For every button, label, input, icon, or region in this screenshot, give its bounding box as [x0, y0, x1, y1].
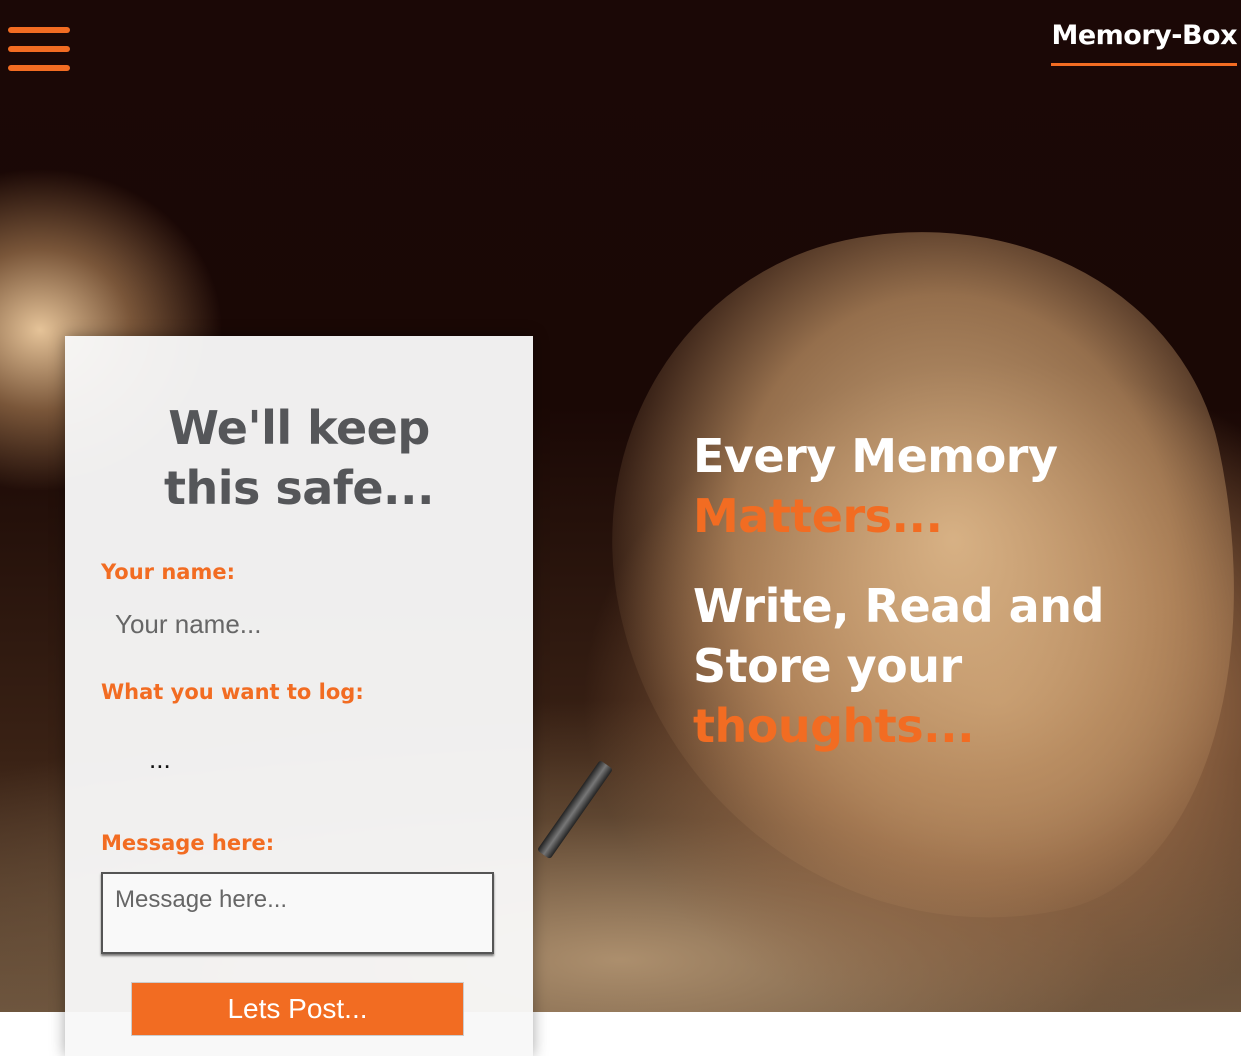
- message-label: Message here:: [101, 831, 275, 855]
- tagline-line1: Every Memory: [693, 429, 1058, 483]
- tagline-line2-accent: thoughts...: [693, 699, 975, 753]
- message-textarea[interactable]: [101, 872, 494, 954]
- hero-tagline: Every Memory Matters... Write, Read and …: [693, 426, 1193, 786]
- name-input[interactable]: [101, 604, 510, 644]
- pen-image: [536, 760, 614, 860]
- brand-logo[interactable]: Memory-Box: [1051, 20, 1237, 66]
- tagline-first: Every Memory Matters...: [693, 426, 1193, 546]
- name-label: Your name:: [101, 560, 235, 584]
- post-button[interactable]: Lets Post...: [131, 982, 464, 1036]
- tagline-line2: Write, Read and Store your: [693, 579, 1104, 693]
- log-select[interactable]: ...: [135, 744, 544, 784]
- post-form: We'll keep this safe... Your name: What …: [65, 336, 533, 1056]
- tagline-second: Write, Read and Store your thoughts...: [693, 576, 1113, 756]
- form-title: We'll keep this safe...: [164, 401, 434, 515]
- tagline-line1-accent: Matters...: [693, 489, 943, 543]
- hamburger-menu-icon[interactable]: [8, 27, 70, 71]
- log-label: What you want to log:: [101, 680, 364, 704]
